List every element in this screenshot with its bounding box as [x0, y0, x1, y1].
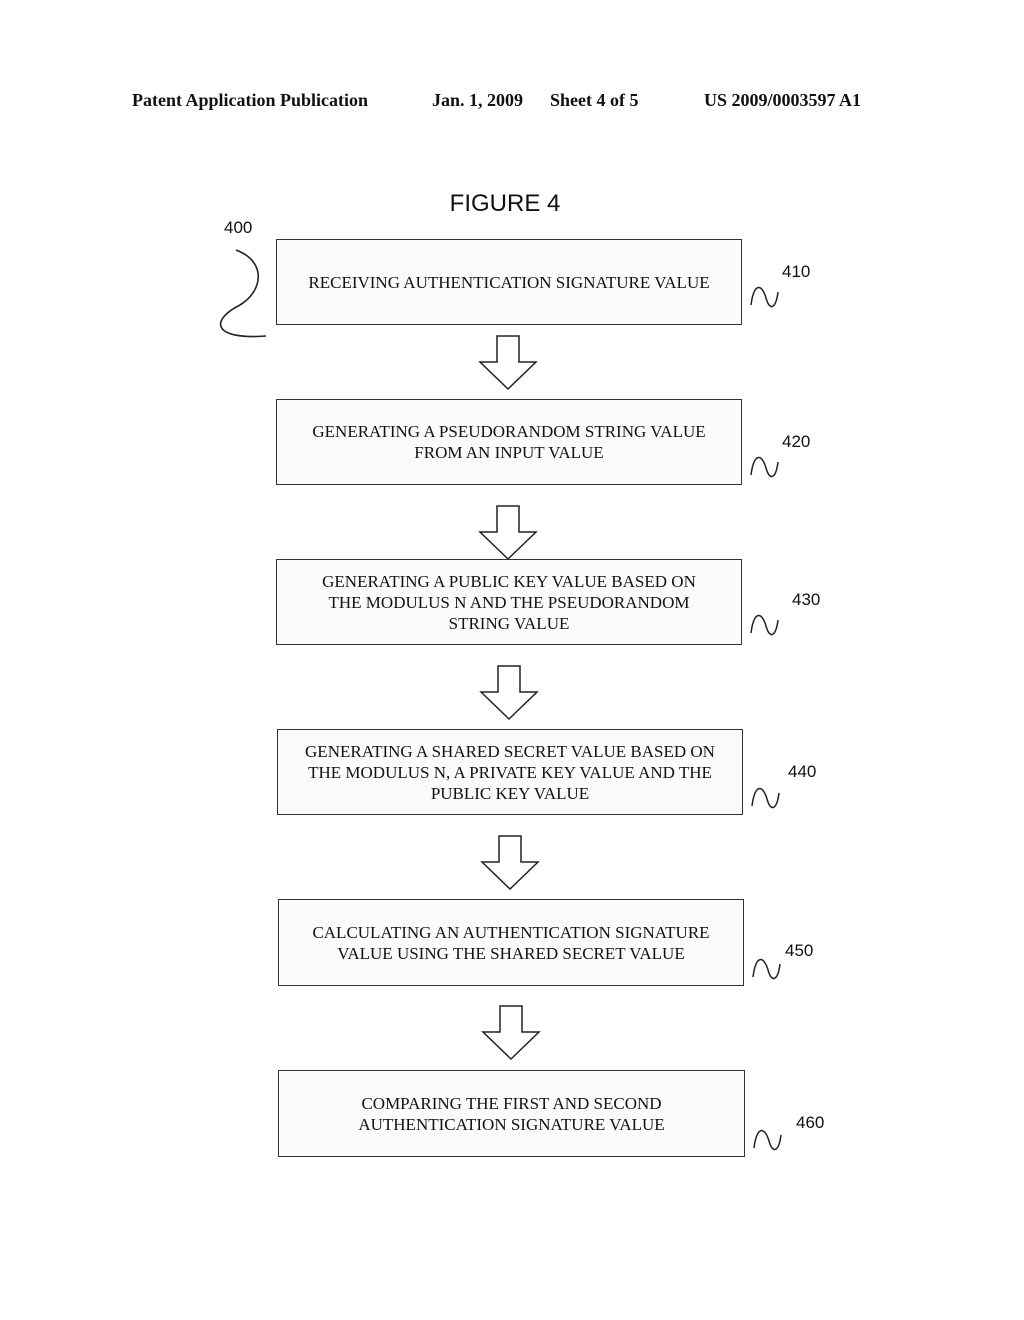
tilde-mark-430 — [750, 614, 779, 636]
step-430-box: GENERATING A PUBLIC KEY VALUE BASED ON T… — [276, 559, 742, 645]
step-450-text: CALCULATING AN AUTHENTICATION SIGNATURE … — [312, 922, 710, 963]
tilde-mark-450 — [752, 958, 781, 980]
tilde-mark-420 — [750, 456, 779, 478]
step-440-ref: 440 — [788, 762, 817, 781]
step-410-ref: 410 — [782, 262, 811, 281]
tilde-mark-460 — [753, 1129, 782, 1151]
tilde-mark-440 — [751, 787, 780, 809]
step-420-text: GENERATING A PSEUDORANDOM STRING VALUE F… — [312, 422, 706, 462]
step-450-box: CALCULATING AN AUTHENTICATION SIGNATURE … — [278, 899, 744, 986]
arrow-down-icon — [478, 505, 538, 561]
arrow-down-icon — [479, 665, 539, 721]
step-440-box: GENERATING A SHARED SECRET VALUE BASED O… — [277, 729, 743, 815]
arrow-down-icon — [481, 1005, 541, 1061]
step-460-ref: 460 — [796, 1113, 825, 1132]
step-430-ref: 430 — [792, 590, 821, 609]
arrow-down-icon — [480, 835, 540, 891]
step-430-text: GENERATING A PUBLIC KEY VALUE BASED ON T… — [322, 571, 696, 633]
reference-400-squiggle — [220, 249, 267, 338]
step-420-box: GENERATING A PSEUDORANDOM STRING VALUE F… — [276, 399, 742, 485]
step-460-box: COMPARING THE FIRST AND SECOND AUTHENTIC… — [278, 1070, 745, 1157]
step-420-ref: 420 — [782, 432, 811, 451]
step-450-ref: 450 — [785, 941, 814, 960]
step-460-text: COMPARING THE FIRST AND SECOND AUTHENTIC… — [358, 1093, 665, 1134]
arrow-down-icon — [478, 335, 538, 391]
step-410-box: RECEIVING AUTHENTICATION SIGNATURE VALUE — [276, 239, 742, 325]
step-440-text: GENERATING A SHARED SECRET VALUE BASED O… — [305, 741, 715, 803]
tilde-mark-410 — [750, 286, 779, 308]
step-410-text: RECEIVING AUTHENTICATION SIGNATURE VALUE — [308, 272, 710, 292]
